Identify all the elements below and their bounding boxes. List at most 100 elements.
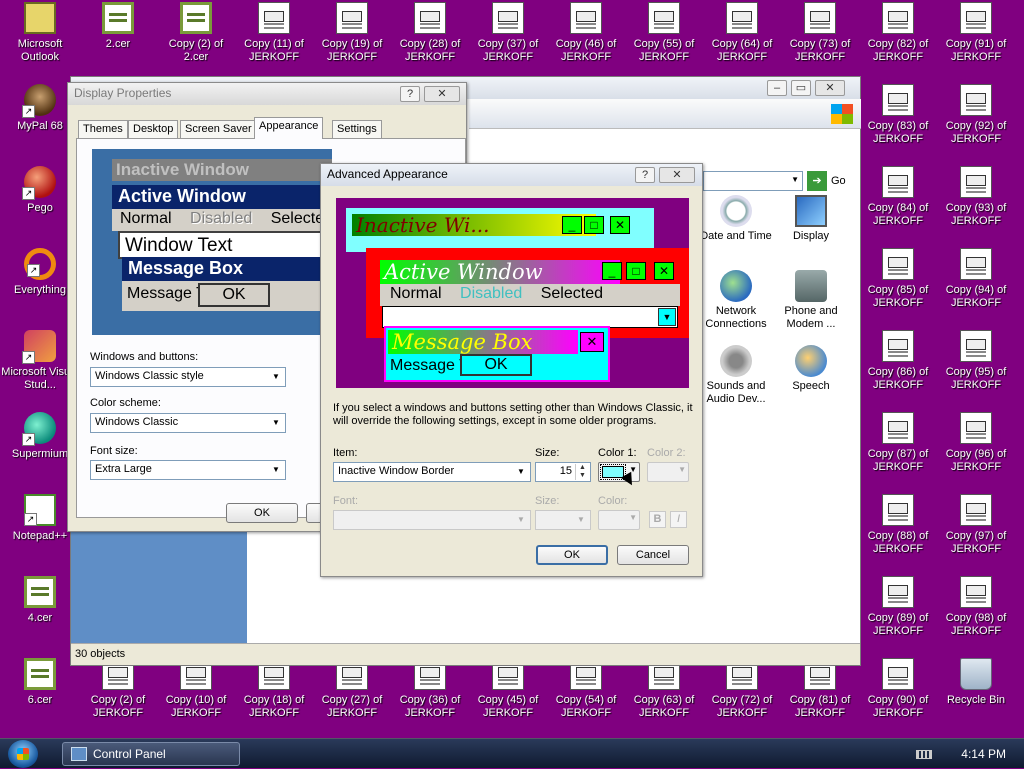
cp-item-sounds[interactable]: Sounds and Audio Dev... — [698, 345, 774, 406]
font-size-select[interactable]: ▼ — [535, 510, 591, 530]
ok-button[interactable]: OK — [226, 503, 298, 523]
color2-picker[interactable]: ▼ — [647, 462, 689, 482]
desktop-icon-c36[interactable]: Copy (36) of JERKOFF — [390, 658, 470, 720]
desktop-icon-c98[interactable]: Copy (98) of JERKOFF — [936, 576, 1016, 638]
document-icon — [492, 2, 524, 34]
cancel-button[interactable]: Cancel — [617, 545, 689, 565]
preview-menu-selected: Selected — [540, 285, 603, 302]
color-scheme-select[interactable]: Windows Classic ▼ — [90, 413, 286, 433]
tab-settings[interactable]: Settings — [332, 120, 382, 139]
desktop-icon-c90[interactable]: Copy (90) of JERKOFF — [858, 658, 938, 720]
desktop-icon-c72[interactable]: Copy (72) of JERKOFF — [702, 658, 782, 720]
desktop-icon-copy2of2cer[interactable]: Copy (2) of 2.cer — [156, 2, 236, 64]
advanced-appearance-titlebar[interactable]: Advanced Appearance ? ✕ — [321, 164, 702, 186]
desktop-icon-c88[interactable]: Copy (88) of JERKOFF — [858, 494, 938, 556]
desktop-icon-label: Copy (93) of JERKOFF — [945, 202, 1007, 227]
advanced-preview[interactable]: Inactive Wi... _ □ ✕ Active Window _ □ ✕… — [336, 198, 689, 388]
clock[interactable]: 4:14 PM — [961, 747, 1006, 761]
cp-item-speech[interactable]: Speech — [773, 345, 849, 393]
document-icon — [336, 2, 368, 34]
desktop-icon-c55[interactable]: Copy (55) of JERKOFF — [624, 2, 704, 64]
spinner-arrows-icon[interactable]: ▲ ▼ — [575, 464, 589, 480]
desktop-icon-label: Copy (64) of JERKOFF — [711, 38, 773, 63]
desktop-icon-c96[interactable]: Copy (96) of JERKOFF — [936, 412, 1016, 474]
minimize-button[interactable]: – — [767, 80, 787, 96]
cp-item-phone-modem[interactable]: Phone and Modem ... — [773, 270, 849, 331]
desktop-icon-c73[interactable]: Copy (73) of JERKOFF — [780, 2, 860, 64]
desktop-icon-c18[interactable]: Copy (18) of JERKOFF — [234, 658, 314, 720]
desktop-icon-c45[interactable]: Copy (45) of JERKOFF — [468, 658, 548, 720]
desktop-icon-c19[interactable]: Copy (19) of JERKOFF — [312, 2, 392, 64]
font-select[interactable]: ▼ — [333, 510, 531, 530]
desktop-icon-c2[interactable]: Copy (2) of JERKOFF — [78, 658, 158, 720]
cp-item-network[interactable]: Network Connections — [698, 270, 774, 331]
close-button[interactable]: ✕ — [424, 86, 460, 102]
desktop-icon-c63[interactable]: Copy (63) of JERKOFF — [624, 658, 704, 720]
desktop-icon-c11[interactable]: Copy (11) of JERKOFF — [234, 2, 314, 64]
desktop-icon-cer6[interactable]: 6.cer — [0, 658, 80, 707]
dialog-title: Display Properties — [74, 86, 172, 100]
desktop-icon-c10[interactable]: Copy (10) of JERKOFF — [156, 658, 236, 720]
desktop-icon-outlook[interactable]: Microsoft Outlook — [0, 2, 80, 64]
cp-item-date-time[interactable]: Date and Time — [698, 195, 774, 243]
desktop-icon-c89[interactable]: Copy (89) of JERKOFF — [858, 576, 938, 638]
chevron-down-icon[interactable]: ▼ — [791, 175, 799, 184]
desktop-icon-c91[interactable]: Copy (91) of JERKOFF — [936, 2, 1016, 64]
desktop-icon-c37[interactable]: Copy (37) of JERKOFF — [468, 2, 548, 64]
size-spinner[interactable]: 15 ▲ ▼ — [535, 462, 591, 482]
taskbar-button-control-panel[interactable]: Control Panel — [62, 742, 240, 766]
desktop-icon-label: Copy (94) of JERKOFF — [945, 284, 1007, 309]
desktop-icon-c83[interactable]: Copy (83) of JERKOFF — [858, 84, 938, 146]
desktop-icon-c87[interactable]: Copy (87) of JERKOFF — [858, 412, 938, 474]
close-button[interactable]: ✕ — [815, 80, 845, 96]
appearance-preview[interactable]: Inactive Window Active Window Normal Dis… — [92, 149, 332, 335]
go-button[interactable]: Go — [831, 175, 846, 187]
desktop-icon-c84[interactable]: Copy (84) of JERKOFF — [858, 166, 938, 228]
tab-desktop[interactable]: Desktop — [128, 120, 179, 139]
desktop-icon-c92[interactable]: Copy (92) of JERKOFF — [936, 84, 1016, 146]
desktop-icon-c95[interactable]: Copy (95) of JERKOFF — [936, 330, 1016, 392]
desktop-icon-c54[interactable]: Copy (54) of JERKOFF — [546, 658, 626, 720]
desktop-icon-c46[interactable]: Copy (46) of JERKOFF — [546, 2, 626, 64]
desktop-icon-c94[interactable]: Copy (94) of JERKOFF — [936, 248, 1016, 310]
desktop-icon-c93[interactable]: Copy (93) of JERKOFF — [936, 166, 1016, 228]
dialog-title: Advanced Appearance — [327, 167, 448, 181]
font-color-picker[interactable]: ▼ — [598, 510, 640, 530]
font-size-select[interactable]: Extra Large ▼ — [90, 460, 286, 480]
desktop-icon-label: Copy (72) of JERKOFF — [711, 694, 773, 719]
desktop-icon-c86[interactable]: Copy (86) of JERKOFF — [858, 330, 938, 392]
desktop-icon-recycle[interactable]: Recycle Bin — [936, 658, 1016, 707]
display-properties-titlebar[interactable]: Display Properties ? ✕ — [68, 83, 466, 105]
desktop-icon-c97[interactable]: Copy (97) of JERKOFF — [936, 494, 1016, 556]
close-button[interactable]: ✕ — [659, 167, 695, 183]
tab-appearance[interactable]: Appearance — [254, 117, 324, 139]
document-icon — [414, 2, 446, 34]
desktop-icon-c82[interactable]: Copy (82) of JERKOFF — [858, 2, 938, 64]
desktop-icon-c27[interactable]: Copy (27) of JERKOFF — [312, 658, 392, 720]
keyboard-icon[interactable] — [916, 750, 932, 759]
cp-item-display[interactable]: Display — [773, 195, 849, 243]
desktop-icon-c28[interactable]: Copy (28) of JERKOFF — [390, 2, 470, 64]
ok-button[interactable]: OK — [536, 545, 608, 565]
address-bar[interactable]: ▼ — [703, 171, 803, 191]
bold-button[interactable]: B — [649, 511, 666, 528]
help-button[interactable]: ? — [400, 86, 420, 102]
document-icon — [804, 2, 836, 34]
go-arrow-icon[interactable]: ➔ — [807, 171, 827, 191]
desktop-icon-cer2[interactable]: 2.cer — [78, 2, 158, 51]
speaker-icon — [720, 345, 752, 377]
desktop-icon-c85[interactable]: Copy (85) of JERKOFF — [858, 248, 938, 310]
windows-buttons-select[interactable]: Windows Classic style ▼ — [90, 367, 286, 387]
desktop-icon-c64[interactable]: Copy (64) of JERKOFF — [702, 2, 782, 64]
start-button[interactable] — [8, 740, 38, 768]
italic-button[interactable]: I — [670, 511, 687, 528]
maximize-button[interactable]: ▭ — [791, 80, 811, 96]
tab-themes[interactable]: Themes — [78, 120, 128, 139]
cp-item-label: Display — [792, 230, 830, 242]
help-button[interactable]: ? — [635, 167, 655, 183]
item-select[interactable]: Inactive Window Border ▼ — [333, 462, 531, 482]
desktop-icon-c81[interactable]: Copy (81) of JERKOFF — [780, 658, 860, 720]
desktop-icon-cer4[interactable]: 4.cer — [0, 576, 80, 625]
tab-screen-saver[interactable]: Screen Saver — [180, 120, 257, 139]
certificate-icon — [24, 576, 56, 608]
